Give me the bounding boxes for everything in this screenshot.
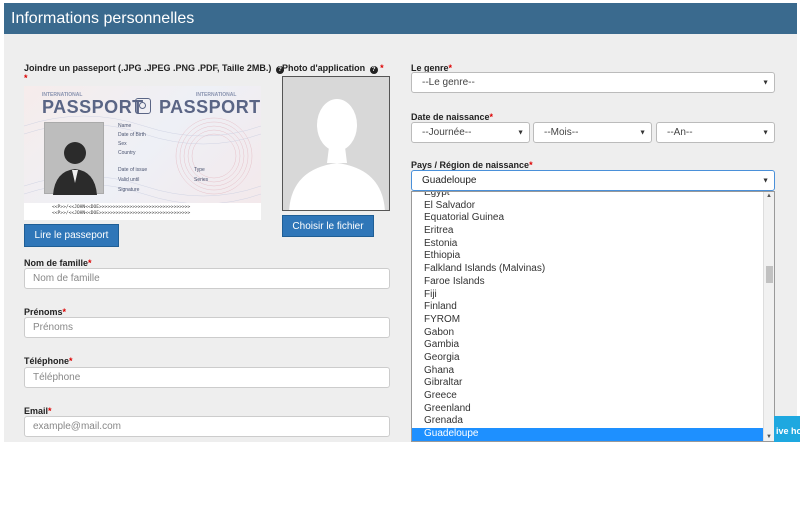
- passport-field-sex: Sex: [118, 141, 127, 147]
- required-marker: *: [48, 406, 52, 416]
- birth-year-value: --An--: [667, 127, 693, 138]
- choose-file-button[interactable]: Choisir le fichier: [282, 215, 374, 237]
- dropdown-option[interactable]: Egypt: [412, 192, 774, 200]
- email-label: Email*: [24, 406, 52, 416]
- application-photo-preview: [282, 76, 390, 211]
- birth-month-value: --Mois--: [544, 127, 579, 138]
- dropdown-option[interactable]: Gabon: [412, 327, 774, 340]
- help-icon[interactable]: ?: [369, 66, 378, 74]
- passport-holder-photo: [44, 122, 104, 195]
- last-name-input[interactable]: Nom de famille: [24, 268, 390, 289]
- live-chat-widget[interactable]: ive ho: [774, 416, 800, 442]
- avatar-placeholder-icon: [289, 99, 385, 210]
- chevron-down-icon: ▼: [762, 129, 769, 136]
- birth-year-select[interactable]: --An-- ▼: [656, 122, 775, 143]
- scrollbar-thumb[interactable]: [766, 266, 773, 283]
- passport-field-valid-until: Valid until: [118, 177, 140, 183]
- required-marker: *: [529, 160, 533, 170]
- dropdown-option[interactable]: Ghana: [412, 365, 774, 378]
- form-panel: Joindre un passeport (.JPG .JPEG .PNG .P…: [4, 34, 797, 442]
- passport-field-dob: Date of Birth: [118, 132, 146, 138]
- scroll-down-icon[interactable]: ▼: [766, 434, 772, 440]
- last-name-label: Nom de famille*: [24, 258, 92, 268]
- passport-field-country: Country: [118, 150, 136, 156]
- passport-mrz-band: <<P>>/<<JOHN<<DOE>>>>>>>>>>>>>>>>>>>>>>>…: [24, 203, 261, 220]
- passport-emblem-icon: [135, 98, 151, 114]
- dropdown-option[interactable]: Georgia: [412, 352, 774, 365]
- dropdown-option[interactable]: Estonia: [412, 238, 774, 251]
- dropdown-option[interactable]: Greece: [412, 390, 774, 403]
- birth-date-label-text: Date de naissance: [411, 112, 490, 122]
- birth-country-label: Pays / Région de naissance*: [411, 160, 533, 170]
- dropdown-option[interactable]: Gibraltar: [412, 377, 774, 390]
- passport-upload-label: Joindre un passeport (.JPG .JPEG .PNG .P…: [24, 63, 284, 74]
- first-names-label-text: Prénoms: [24, 307, 63, 317]
- scroll-up-icon[interactable]: ▲: [766, 193, 772, 199]
- dropdown-options: Egypt El Salvador Equatorial Guinea Eritrea…: [412, 192, 774, 441]
- dropdown-option[interactable]: Guadeloupe: [412, 428, 774, 441]
- dropdown-option[interactable]: Finland: [412, 301, 774, 314]
- dropdown-scrollbar[interactable]: ▲ ▼: [763, 192, 774, 441]
- required-marker: *: [489, 112, 494, 122]
- required-marker: *: [24, 73, 28, 83]
- last-name-label-text: Nom de famille: [24, 258, 89, 268]
- chevron-down-icon: ▼: [517, 129, 524, 136]
- chevron-down-icon: ▼: [762, 79, 769, 86]
- dropdown-option[interactable]: Faroe Islands: [412, 276, 774, 289]
- passport-sample-image: INTERNATIONAL INTERNATIONAL PASSPORT PAS…: [24, 86, 261, 220]
- passport-field-name: Name: [118, 123, 132, 129]
- person-silhouette-icon: [53, 142, 97, 195]
- passport-field-signature: Signature: [118, 187, 140, 193]
- phone-label-text: Téléphone: [24, 356, 70, 366]
- phone-input[interactable]: Téléphone: [24, 367, 390, 388]
- dropdown-option[interactable]: Eritrea: [412, 225, 774, 238]
- birth-country-dropdown-list[interactable]: Egypt El Salvador Equatorial Guinea Eritrea…: [411, 191, 775, 442]
- birth-date-label: Date de naissance*: [411, 112, 493, 122]
- required-marker: *: [69, 356, 73, 366]
- chevron-down-icon: ▼: [762, 177, 769, 184]
- birth-day-value: --Journée--: [422, 127, 472, 138]
- passport-field-date-issue: Date of issue: [118, 167, 148, 173]
- email-input[interactable]: example@mail.com: [24, 416, 390, 437]
- gender-select[interactable]: --Le genre-- ▼: [411, 72, 775, 93]
- gender-select-value: --Le genre--: [422, 77, 475, 88]
- birth-month-select[interactable]: --Mois-- ▼: [533, 122, 652, 143]
- passport-upload-label-text: Joindre un passeport (.JPG .JPEG .PNG .P…: [24, 63, 272, 73]
- photo-label-text: Photo d'application: [282, 63, 366, 73]
- dropdown-option[interactable]: Equatorial Guinea: [412, 212, 774, 225]
- dropdown-option[interactable]: Gambia: [412, 339, 774, 352]
- required-marker: *: [62, 307, 67, 317]
- dropdown-option[interactable]: Greenland: [412, 403, 774, 416]
- photo-label: Photo d'application ? *: [282, 63, 384, 74]
- chevron-down-icon: ▼: [639, 129, 646, 136]
- dropdown-option[interactable]: Falkland Islands (Malvinas): [412, 263, 774, 276]
- dropdown-option[interactable]: Fiji: [412, 289, 774, 302]
- passport-mrz-line-2: <<P>>/<<JOHN<<DOE>>>>>>>>>>>>>>>>>>>>>>>…: [52, 211, 191, 216]
- birth-day-select[interactable]: --Journée-- ▼: [411, 122, 530, 143]
- first-names-label: Prénoms*: [24, 307, 66, 317]
- first-names-input[interactable]: Prénoms: [24, 317, 390, 338]
- birth-country-label-text: Pays / Région de naissance: [411, 160, 530, 170]
- passport-title-right: PASSPORT: [159, 97, 261, 117]
- page-header: Informations personnelles: [4, 3, 797, 34]
- phone-label: Téléphone*: [24, 356, 73, 366]
- passport-field-type: Type: [194, 167, 205, 173]
- dropdown-option[interactable]: Ethiopia: [412, 250, 774, 263]
- passport-title-left: PASSPORT: [42, 97, 144, 117]
- dropdown-option[interactable]: Grenada: [412, 415, 774, 428]
- birth-country-value: Guadeloupe: [422, 175, 477, 186]
- email-label-text: Email: [24, 406, 49, 416]
- dropdown-option[interactable]: El Salvador: [412, 200, 774, 213]
- required-marker: *: [380, 63, 384, 73]
- read-passport-button[interactable]: Lire le passeport: [24, 224, 119, 247]
- page-title: Informations personnelles: [11, 10, 195, 27]
- birth-country-select[interactable]: Guadeloupe ▼: [411, 170, 775, 191]
- passport-mrz-line-1: <<P>>/<<JOHN<<DOE>>>>>>>>>>>>>>>>>>>>>>>…: [52, 205, 191, 210]
- passport-field-series: Series: [194, 177, 209, 183]
- required-marker: *: [88, 258, 92, 268]
- dropdown-option[interactable]: FYROM: [412, 314, 774, 327]
